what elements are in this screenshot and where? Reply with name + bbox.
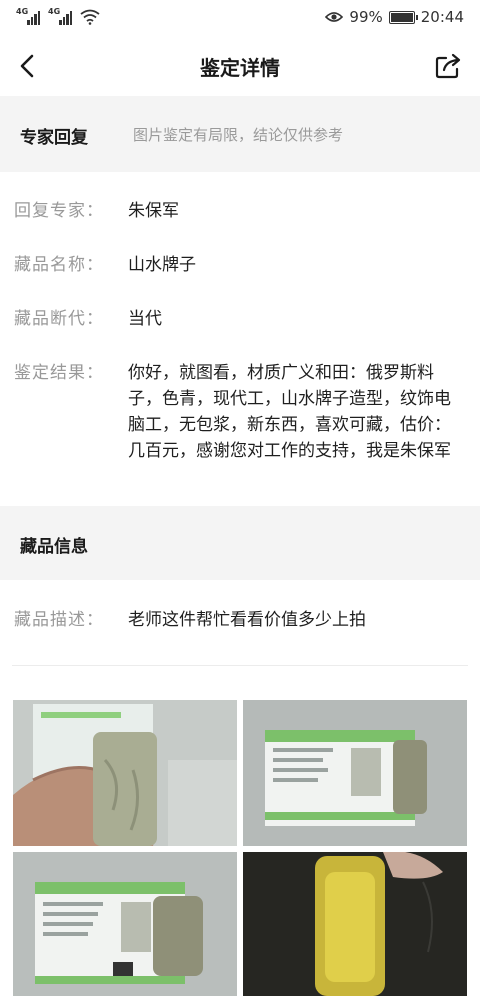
era-label: 藏品断代： xyxy=(14,309,104,329)
status-right: 99% 20:44 xyxy=(325,8,464,26)
eye-icon xyxy=(325,12,344,22)
share-icon[interactable] xyxy=(434,52,462,80)
result-label: 鉴定结果： xyxy=(14,363,104,383)
description-value: 老师这件帮忙看看价值多少上拍 xyxy=(128,610,366,630)
battery-icon xyxy=(388,10,418,24)
collection-info-heading: 藏品信息 xyxy=(20,537,88,557)
item-photo-3[interactable] xyxy=(13,852,237,996)
expert-reply-header: 专家回复 图片鉴定有局限，结论仅供参考 xyxy=(0,96,480,172)
era-value: 当代 xyxy=(128,309,162,329)
description-label: 藏品描述： xyxy=(14,610,104,630)
network-indicators: 4G 4G xyxy=(16,7,100,25)
status-bar: 4G 4G 99% 20:44 xyxy=(0,0,480,36)
item-name-label: 藏品名称： xyxy=(14,255,104,275)
item-photo-2[interactable] xyxy=(243,700,467,846)
navigation-bar: 鉴定详情 xyxy=(0,36,480,96)
page-title: 鉴定详情 xyxy=(200,56,280,80)
expert-label: 回复专家： xyxy=(14,201,104,221)
item-photo-4[interactable] xyxy=(243,852,467,996)
expert-reply-heading: 专家回复 xyxy=(20,128,88,148)
item-photo-1[interactable] xyxy=(13,700,237,846)
wifi-icon xyxy=(80,9,100,25)
disclaimer-note: 图片鉴定有局限，结论仅供参考 xyxy=(133,126,344,144)
cellular-signal-icon: 4G xyxy=(16,7,40,25)
clock: 20:44 xyxy=(420,8,464,26)
result-value: 你好，就图看，材质广义和田：俄罗斯料子，色青，现代工，山水牌子造型，纹饰电脑工，… xyxy=(128,363,451,461)
divider xyxy=(12,665,468,666)
battery-percent: 99% xyxy=(349,8,383,26)
collection-info-header: 藏品信息 xyxy=(0,506,480,580)
item-name-value: 山水牌子 xyxy=(128,255,196,275)
cellular-signal-icon: 4G xyxy=(48,7,72,25)
expert-value: 朱保军 xyxy=(128,201,179,221)
